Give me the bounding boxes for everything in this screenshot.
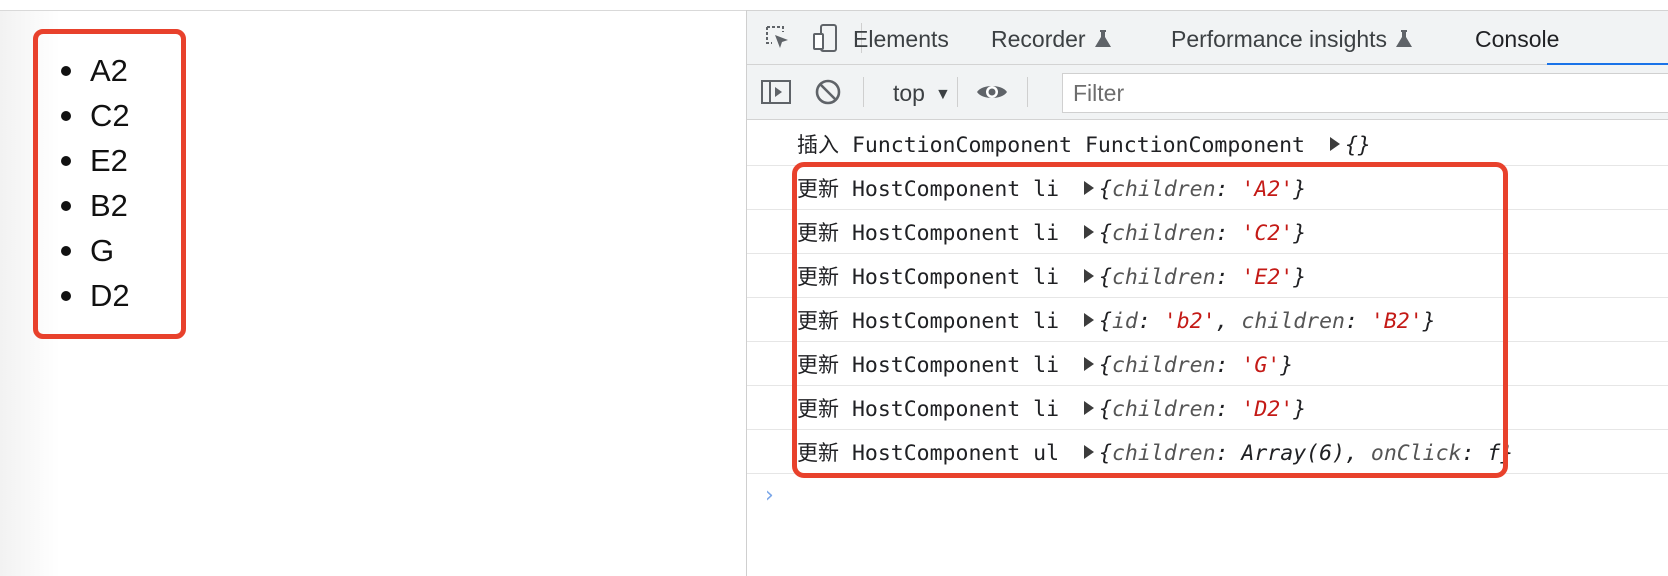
prop-key: children: [1111, 221, 1216, 246]
prop-key: onClick: [1370, 441, 1462, 466]
prompt-chevron-icon: ›: [765, 483, 774, 508]
device-toolbar-icon[interactable]: [809, 21, 843, 55]
tab-label: Performance insights: [1171, 26, 1388, 52]
highlighted-list-frame: A2 C2 E2 B2 G D2: [33, 29, 186, 339]
console-message[interactable]: 更新 HostComponent li {children: 'G'}: [747, 342, 1668, 386]
expand-triangle-icon[interactable]: [1084, 357, 1095, 371]
log-action: 更新: [797, 221, 839, 245]
devtools-panel: Elements Recorder Performance insights Cons…: [746, 10, 1668, 576]
log-component: HostComponent li: [851, 177, 1060, 202]
live-expression-eye-icon[interactable]: [975, 75, 1009, 109]
log-component: HostComponent li: [851, 353, 1060, 378]
list-item[interactable]: B2: [58, 183, 130, 228]
prop-value: 'A2': [1241, 177, 1294, 202]
console-output: 插入 FunctionComponent FunctionComponent {…: [747, 122, 1668, 518]
context-label: top: [893, 80, 925, 106]
log-component: HostComponent li: [851, 397, 1060, 422]
log-object: {children: Array(6), onClick: f}: [1099, 441, 1514, 466]
log-object: {children: 'C2'}: [1099, 221, 1307, 246]
console-message[interactable]: 更新 HostComponent li {children: 'E2'}: [747, 254, 1668, 298]
rendered-page: A2 C2 E2 B2 G D2: [0, 11, 746, 576]
console-toolbar: top ▼ Filter: [747, 65, 1668, 120]
prop-value: f: [1487, 441, 1501, 466]
list-item[interactable]: E2: [58, 138, 130, 183]
tab-label: Recorder: [991, 26, 1086, 52]
expand-triangle-icon[interactable]: [1084, 269, 1095, 283]
log-object: {}: [1344, 133, 1371, 158]
experiment-flask-icon: [1094, 13, 1112, 69]
log-action: 更新: [797, 177, 839, 201]
expand-triangle-icon[interactable]: [1084, 445, 1095, 459]
log-action: 更新: [797, 265, 839, 289]
log-object: {children: 'E2'}: [1099, 265, 1307, 290]
tab-recorder[interactable]: Recorder: [991, 11, 1112, 65]
tab-console[interactable]: Console: [1475, 11, 1559, 65]
prop-value: 'C2': [1241, 221, 1294, 246]
experiment-flask-icon: [1395, 13, 1413, 69]
prop-value: 'E2': [1241, 265, 1294, 290]
console-prompt[interactable]: ›: [747, 474, 1668, 518]
log-action: 插入: [797, 133, 839, 157]
clear-console-icon[interactable]: [811, 75, 845, 109]
list-item[interactable]: D2: [58, 273, 130, 318]
console-message[interactable]: 更新 HostComponent li {id: 'b2', children:…: [747, 298, 1668, 342]
expand-triangle-icon[interactable]: [1084, 313, 1095, 327]
log-action: 更新: [797, 309, 839, 333]
prop-key: children: [1111, 441, 1216, 466]
log-action: 更新: [797, 353, 839, 377]
expand-triangle-icon[interactable]: [1329, 137, 1340, 151]
toolbar-separator: [1027, 77, 1028, 107]
list-item[interactable]: C2: [58, 93, 130, 138]
log-action: 更新: [797, 397, 839, 421]
log-component: HostComponent li: [851, 309, 1060, 334]
prop-value: 'b2': [1163, 309, 1216, 334]
toolbar-separator: [863, 77, 864, 107]
prop-key: children: [1111, 265, 1216, 290]
prop-key: children: [1111, 177, 1216, 202]
prop-key: children: [1111, 397, 1216, 422]
expand-triangle-icon[interactable]: [1084, 225, 1095, 239]
log-component: HostComponent li: [851, 265, 1060, 290]
context-selector[interactable]: top ▼: [893, 65, 951, 120]
prop-value: Array(6): [1241, 441, 1345, 466]
filter-input[interactable]: Filter: [1062, 73, 1668, 113]
tab-elements[interactable]: Elements: [853, 11, 949, 65]
inspect-element-icon[interactable]: [761, 21, 795, 55]
log-object: {children: 'G'}: [1099, 353, 1294, 378]
log-object: {children: 'A2'}: [1099, 177, 1307, 202]
prop-value: 'B2': [1370, 309, 1423, 334]
console-message[interactable]: 更新 HostComponent li {children: 'A2'}: [747, 166, 1668, 210]
rendered-list[interactable]: A2 C2 E2 B2 G D2: [58, 48, 130, 318]
log-object: {children: 'D2'}: [1099, 397, 1307, 422]
log-component: HostComponent ul: [851, 441, 1060, 466]
console-message[interactable]: 更新 HostComponent li {children: 'D2'}: [747, 386, 1668, 430]
log-object: {id: 'b2', children: 'B2'}: [1099, 309, 1436, 334]
prop-key: children: [1241, 309, 1345, 334]
prop-key: id: [1111, 309, 1138, 334]
tab-performance-insights[interactable]: Performance insights: [1171, 11, 1413, 65]
console-message[interactable]: 更新 HostComponent li {children: 'C2'}: [747, 210, 1668, 254]
chevron-down-icon: ▼: [934, 86, 951, 103]
log-component: HostComponent li: [851, 221, 1060, 246]
sidebar-toggle-icon[interactable]: [759, 75, 793, 109]
prop-key: children: [1111, 353, 1216, 378]
log-action: 更新: [797, 441, 839, 465]
console-message[interactable]: 更新 HostComponent ul {children: Array(6),…: [747, 430, 1668, 474]
prop-value: 'G': [1241, 353, 1281, 378]
console-message[interactable]: 插入 FunctionComponent FunctionComponent {…: [747, 122, 1668, 166]
devtools-tabbar: Elements Recorder Performance insights Cons…: [747, 10, 1668, 66]
tab-label: Console: [1475, 26, 1560, 52]
tab-label: Elements: [853, 26, 949, 52]
expand-triangle-icon[interactable]: [1084, 181, 1095, 195]
expand-triangle-icon[interactable]: [1084, 401, 1095, 415]
prop-value: 'D2': [1241, 397, 1294, 422]
list-item[interactable]: G: [58, 228, 130, 273]
log-component: FunctionComponent FunctionComponent: [851, 133, 1305, 158]
toolbar-separator: [957, 77, 958, 107]
list-item[interactable]: A2: [58, 48, 130, 93]
